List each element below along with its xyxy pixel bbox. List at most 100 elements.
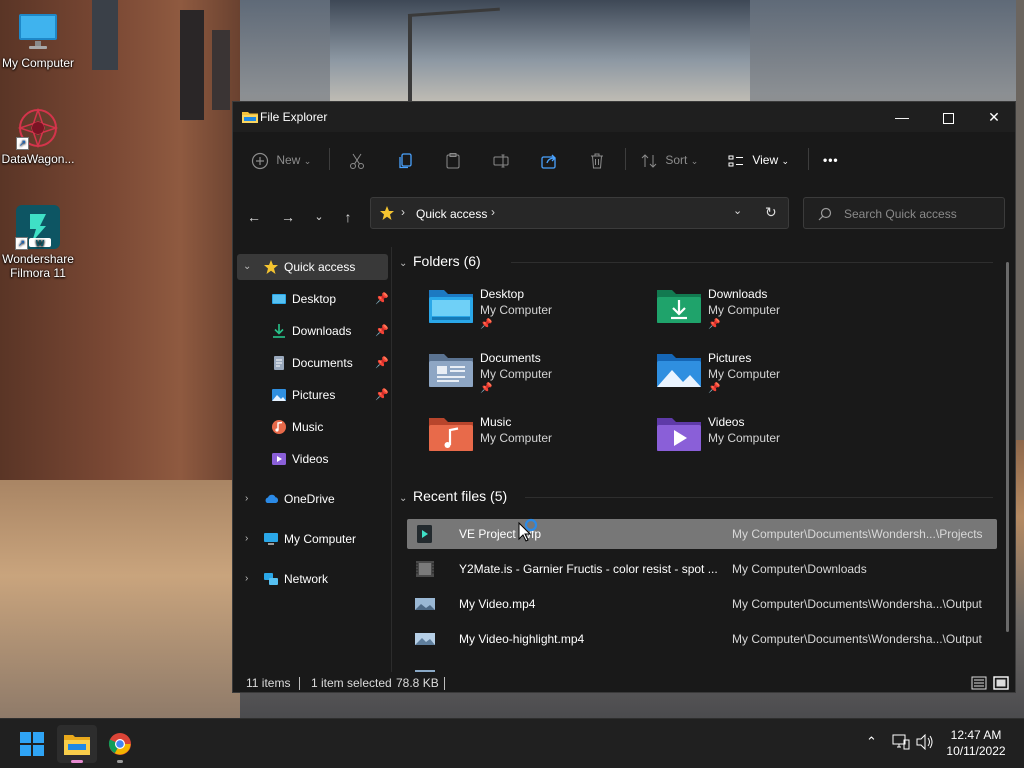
sort-button[interactable]: Sort ⌄ <box>640 148 704 172</box>
recent-file-row[interactable]: My Video.mp4 My Computer\Documents\Wonde… <box>407 589 997 619</box>
nav-item-desktop[interactable]: Desktop 📌 <box>237 286 389 312</box>
navigation-pane: ⌄ Quick access Desktop 📌 Downloads 📌 Doc… <box>233 247 392 672</box>
folder-name: Desktop <box>480 287 525 301</box>
more-options-button[interactable]: ••• <box>823 148 847 172</box>
recent-file-row[interactable]: Y2Mate.is - Garnier Fructis - color resi… <box>407 554 997 584</box>
search-box[interactable]: Search Quick access <box>803 197 1005 229</box>
active-indicator <box>71 760 83 763</box>
close-button[interactable]: ✕ <box>971 102 1017 132</box>
nav-label: Quick access <box>284 260 356 274</box>
recent-heading: Recent files (5) <box>413 488 508 504</box>
folders-group-header[interactable]: ⌄ Folders (6) <box>399 253 481 269</box>
pin-icon[interactable]: 📌 <box>375 318 389 344</box>
folder-tile-pictures[interactable]: Pictures My Computer 📌 <box>657 351 857 407</box>
back-button[interactable]: ← <box>243 206 265 228</box>
selection-count: 1 item selected <box>311 676 392 690</box>
folder-tile-documents[interactable]: Documents My Computer 📌 <box>429 351 629 407</box>
nav-item-downloads[interactable]: Downloads 📌 <box>237 318 389 344</box>
pin-icon[interactable]: 📌 <box>375 350 389 376</box>
nav-label: OneDrive <box>284 492 335 506</box>
folder-location: My Computer <box>708 367 781 381</box>
videos-icon <box>272 453 286 465</box>
start-button[interactable] <box>12 725 52 763</box>
title-bar[interactable]: File Explorer — ✕ <box>233 102 1015 132</box>
nav-item-music[interactable]: Music <box>237 414 388 440</box>
rename-icon <box>493 154 509 168</box>
file-name: Y2Mate.is - Garnier Fructis - color resi… <box>459 562 718 576</box>
status-divider <box>444 677 445 690</box>
windows-logo-icon <box>20 732 44 756</box>
nav-item-documents[interactable]: Documents 📌 <box>237 350 389 376</box>
content-area: ⌄ Folders (6) Desktop My Computer 📌 Downl… <box>393 247 1005 672</box>
video-thumbnail-icon <box>415 633 435 645</box>
desktop-icon-filmora[interactable]: W ↗ Wondershare Filmora 11 <box>0 204 76 280</box>
filmora-project-file-icon <box>417 525 432 543</box>
nav-label: Pictures <box>292 388 336 402</box>
show-hidden-icons-chevron-icon[interactable]: ⌃ <box>866 734 877 750</box>
minimize-button[interactable]: — <box>879 102 925 132</box>
vertical-scrollbar[interactable] <box>1006 262 1009 632</box>
pin-icon[interactable]: 📌 <box>375 286 389 312</box>
chevron-right-icon[interactable]: › <box>245 486 248 512</box>
maximize-button[interactable] <box>925 102 971 132</box>
folder-tile-downloads[interactable]: Downloads My Computer 📌 <box>657 287 857 343</box>
recent-file-row[interactable]: VE Project .wfp My Computer\Documents\Wo… <box>407 519 997 549</box>
folder-tile-desktop[interactable]: Desktop My Computer 📌 <box>429 287 629 343</box>
share-button[interactable] <box>540 148 562 172</box>
trash-icon <box>591 153 603 169</box>
system-clock[interactable]: 12:47 AM 10/11/2022 <box>936 727 1016 759</box>
folder-name: Pictures <box>708 351 752 365</box>
recent-file-row[interactable]: My Video-highlight.mp4 My Computer\Docum… <box>407 624 997 654</box>
folder-tile-music[interactable]: Music My Computer <box>429 415 629 471</box>
taskbar-file-explorer[interactable] <box>57 725 97 763</box>
details-view-icon[interactable] <box>971 675 987 691</box>
desktop-icon-datawagon[interactable]: ↗ DataWagon... <box>0 106 76 166</box>
paste-button[interactable] <box>444 148 466 172</box>
chevron-down-icon: ⌄ <box>399 258 408 269</box>
folder-tile-videos[interactable]: Videos My Computer <box>657 415 857 471</box>
network-monitor-icon[interactable] <box>892 734 910 750</box>
nav-onedrive[interactable]: › OneDrive <box>237 486 388 512</box>
pin-icon[interactable]: 📌 <box>375 382 389 408</box>
nav-my-computer[interactable]: › My Computer <box>237 526 388 552</box>
taskbar-chrome[interactable] <box>100 725 140 763</box>
up-button[interactable]: ↑ <box>337 206 359 228</box>
rename-button[interactable] <box>492 148 514 172</box>
folder-location: My Computer <box>480 367 553 381</box>
forward-button[interactable]: → <box>277 206 299 228</box>
pin-icon: 📌 <box>480 383 493 394</box>
recent-files-group-header[interactable]: ⌄ Recent files (5) <box>399 488 507 504</box>
group-divider <box>511 262 993 263</box>
refresh-icon[interactable]: ↻ <box>765 204 777 221</box>
delete-button[interactable] <box>588 148 610 172</box>
cut-button[interactable] <box>348 148 370 172</box>
tiles-view-icon[interactable] <box>993 675 1009 691</box>
chevron-down-icon: ⌄ <box>781 156 790 166</box>
clock-date: 10/11/2022 <box>946 744 1006 758</box>
breadcrumb-quick-access[interactable]: Quick access <box>416 207 487 221</box>
volume-icon[interactable] <box>916 734 934 750</box>
nav-network[interactable]: › Network <box>237 566 388 592</box>
filmora-app-icon: W ↗ <box>15 204 61 250</box>
nav-label: Desktop <box>292 292 337 306</box>
file-explorer-icon <box>64 735 90 755</box>
nav-item-videos[interactable]: Videos <box>237 446 388 472</box>
nav-item-pictures[interactable]: Pictures 📌 <box>237 382 389 408</box>
new-button[interactable]: New ⌄ <box>251 148 317 172</box>
chevron-right-icon[interactable]: › <box>245 526 248 552</box>
address-dropdown-chevron-icon[interactable]: ⌄ <box>733 204 742 217</box>
nav-quick-access[interactable]: ⌄ Quick access <box>237 254 388 280</box>
copy-button[interactable] <box>396 148 418 172</box>
address-bar[interactable]: › Quick access › ⌄ ↻ <box>370 197 789 229</box>
view-button[interactable]: View ⌄ <box>727 148 793 172</box>
recent-locations-button[interactable]: ⌄ <box>308 206 330 228</box>
file-path: My Computer\Documents\Wondersh...\Projec… <box>732 527 983 541</box>
chevron-down-icon[interactable]: ⌄ <box>243 254 251 280</box>
video-file-icon <box>416 561 434 577</box>
desktop-icon-my-computer[interactable]: My Computer <box>0 10 76 70</box>
chevron-right-icon[interactable]: › <box>245 566 248 592</box>
documents-icon <box>274 356 284 370</box>
clipboard-icon <box>446 152 460 169</box>
recent-file-row-partial[interactable] <box>407 661 997 672</box>
folder-name: Downloads <box>708 287 768 301</box>
